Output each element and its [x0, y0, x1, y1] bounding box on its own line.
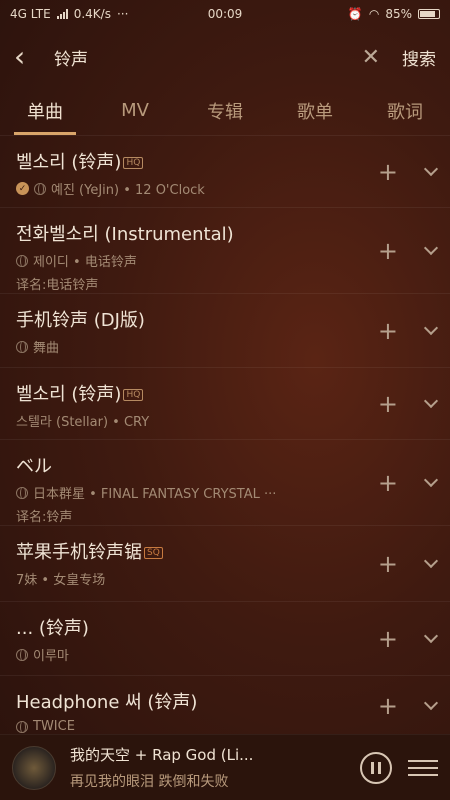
globe-icon: [16, 720, 28, 733]
tab-playlists[interactable]: 歌单: [270, 98, 360, 124]
list-item[interactable]: 벨소리 (铃声) HQ ✓ 예진 (YeJin) • 12 O'Clock +: [0, 136, 450, 208]
playlist-queue-icon[interactable]: [408, 755, 438, 781]
list-item[interactable]: 전화벨소리 (Instrumental) 제이디 • 电话铃声 译名:电话铃声 …: [0, 208, 450, 294]
song-subtitle: 7妹 • 女皇专场: [16, 573, 106, 588]
list-item[interactable]: 苹果手机铃声锯 SQ 7妹 • 女皇专场 +: [0, 526, 450, 602]
add-icon[interactable]: +: [378, 317, 398, 345]
list-item[interactable]: 벨소리 (铃声) HQ 스텔라 (Stellar) • CRY +: [0, 368, 450, 440]
back-icon[interactable]: ‹: [14, 43, 48, 71]
song-title: ベル: [16, 456, 52, 477]
add-icon[interactable]: +: [378, 550, 398, 578]
mini-player[interactable]: 我的天空 + Rap God (Li... 再见我的眼泪 跌倒和失败: [0, 734, 450, 800]
list-item[interactable]: Headphone 써 (铃声) TWICE +: [0, 676, 450, 736]
song-title: 手机铃声 (DJ版): [16, 310, 145, 331]
song-subtitle: 舞曲: [33, 341, 60, 356]
song-subtitle: 스텔라 (Stellar) • CRY: [16, 415, 150, 430]
globe-icon: [16, 486, 28, 499]
song-title: 苹果手机铃声锯: [16, 542, 142, 563]
downloaded-check-icon: ✓: [16, 182, 29, 195]
song-title: 벨소리 (铃声): [16, 384, 122, 405]
chevron-down-icon[interactable]: [423, 472, 439, 487]
list-item[interactable]: 手机铃声 (DJ版) 舞曲 +: [0, 294, 450, 368]
status-bar: 4G LTE 0.4K/s ··· 00:09 ⏰ ◠ 85%: [0, 0, 450, 28]
globe-icon: [16, 254, 28, 267]
song-subtitle: 예진 (YeJin) • 12 O'Clock: [51, 183, 205, 198]
chevron-down-icon[interactable]: [423, 628, 439, 643]
tab-songs[interactable]: 单曲: [0, 98, 90, 124]
now-playing-lyric: 再见我的眼泪 跌倒和失败: [70, 774, 229, 790]
search-bar: ‹ 铃声 ✕ 搜索: [0, 28, 450, 86]
song-title: 전화벨소리 (Instrumental): [16, 224, 234, 245]
search-input[interactable]: 铃声: [48, 45, 362, 70]
song-alias: 译名:铃声: [16, 510, 73, 525]
chevron-down-icon[interactable]: [423, 161, 439, 176]
chevron-down-icon[interactable]: [423, 553, 439, 568]
add-icon[interactable]: +: [378, 692, 398, 720]
quality-badge: SQ: [144, 547, 163, 559]
chevron-down-icon[interactable]: [423, 393, 439, 408]
battery-icon: [418, 9, 440, 19]
now-playing-title: 我的天空 + Rap God (Li...: [70, 746, 254, 764]
tab-albums[interactable]: 专辑: [180, 98, 270, 124]
signal-icon: [56, 9, 68, 19]
tab-lyrics[interactable]: 歌词: [360, 98, 450, 124]
active-tab-indicator: [14, 132, 76, 135]
clear-icon[interactable]: ✕: [362, 45, 380, 70]
add-icon[interactable]: +: [378, 237, 398, 265]
battery-label: 85%: [385, 7, 412, 21]
song-subtitle: TWICE: [33, 719, 75, 734]
quality-badge: HQ: [123, 157, 144, 169]
song-title: Headphone 써 (铃声): [16, 692, 198, 713]
chevron-down-icon[interactable]: [423, 240, 439, 255]
add-icon[interactable]: +: [378, 469, 398, 497]
more-dots: ···: [116, 7, 129, 21]
song-subtitle: 제이디 • 电话铃声: [33, 255, 137, 270]
globe-icon: [34, 182, 46, 195]
pause-button[interactable]: [360, 751, 392, 784]
song-subtitle: 이루마: [33, 649, 69, 664]
add-icon[interactable]: +: [378, 390, 398, 418]
globe-icon: [16, 340, 28, 353]
chevron-down-icon[interactable]: [423, 695, 439, 710]
network-label: 4G LTE: [10, 7, 51, 21]
add-icon[interactable]: +: [378, 158, 398, 186]
song-subtitle: 日本群星 • FINAL FANTASY CRYSTAL ···: [33, 487, 277, 502]
clock: 00:09: [207, 7, 243, 21]
alarm-icon: ⏰: [347, 7, 363, 21]
chevron-down-icon[interactable]: [423, 320, 439, 335]
network-speed: 0.4K/s: [73, 7, 111, 21]
add-icon[interactable]: +: [378, 625, 398, 653]
quality-badge: HQ: [123, 389, 144, 401]
list-item[interactable]: ベル 日本群星 • FINAL FANTASY CRYSTAL ··· 译名:铃…: [0, 440, 450, 526]
song-title: ... (铃声): [16, 618, 89, 639]
song-list: 벨소리 (铃声) HQ ✓ 예진 (YeJin) • 12 O'Clock + 전화…: [0, 136, 450, 736]
list-item[interactable]: ... (铃声) 이루마 +: [0, 602, 450, 676]
song-title: 벨소리 (铃声): [16, 152, 122, 173]
search-button[interactable]: 搜索: [402, 45, 436, 70]
globe-icon: [16, 648, 28, 661]
album-art[interactable]: [12, 745, 56, 790]
result-tabs: 单曲 MV 专辑 歌单 歌词: [0, 86, 450, 136]
wifi-icon: ◠: [368, 7, 380, 21]
tab-mv[interactable]: MV: [90, 100, 180, 121]
song-alias: 译名:电话铃声: [16, 278, 99, 293]
